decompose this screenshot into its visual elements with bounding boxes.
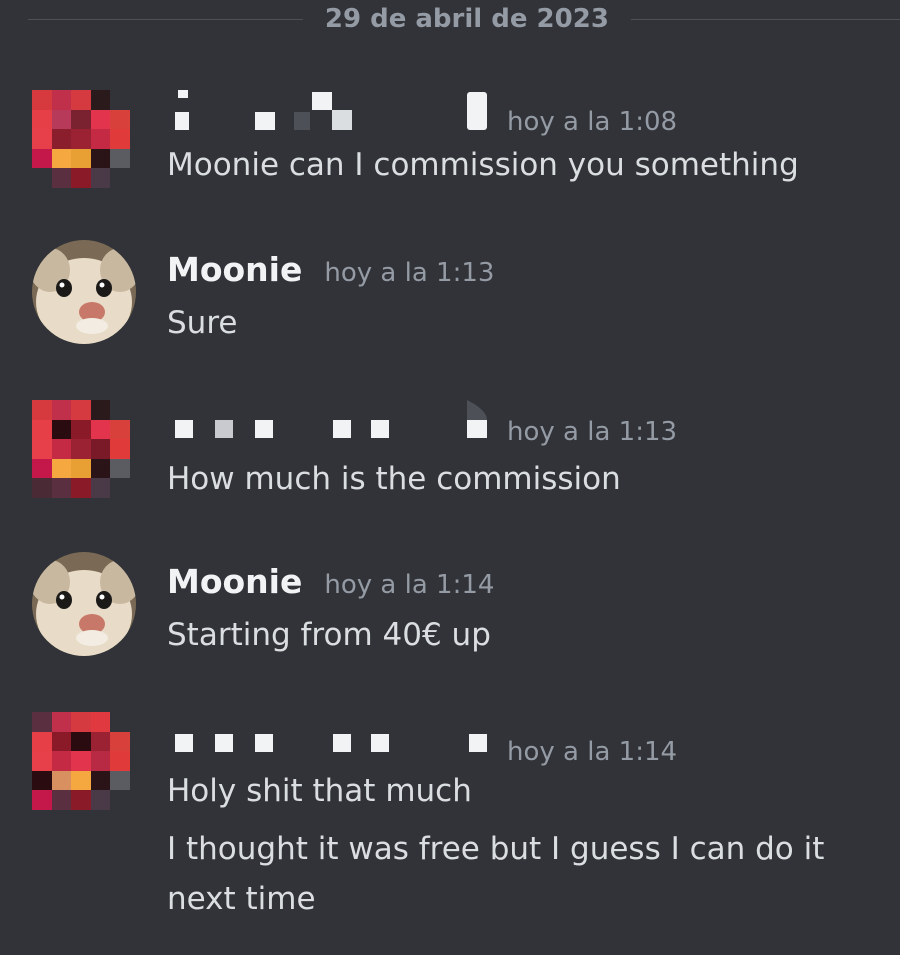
date-divider-label: 29 de abril de 2023 <box>324 4 609 34</box>
message-timestamp: hoy a la 1:14 <box>507 737 678 767</box>
divider-line-right <box>630 18 900 20</box>
username[interactable]: Moonie <box>167 250 302 289</box>
message-text: Starting from 40€ up <box>167 617 491 653</box>
message-timestamp: hoy a la 1:13 <box>324 258 495 288</box>
divider-line-left <box>28 18 303 20</box>
cat-avatar[interactable] <box>32 552 136 656</box>
redacted-username[interactable] <box>167 90 487 130</box>
message-text: Holy shit that much <box>167 773 472 809</box>
message-timestamp: hoy a la 1:14 <box>324 570 495 600</box>
message[interactable]: hoy a la 1:14 Holy shit that much I thou… <box>0 712 900 952</box>
username[interactable]: Moonie <box>167 562 302 601</box>
message[interactable]: Moonie hoy a la 1:14 Starting from 40€ u… <box>0 552 900 662</box>
message-text: Sure <box>167 305 238 341</box>
redacted-username[interactable] <box>167 400 487 440</box>
message[interactable]: hoy a la 1:13 How much is the commission <box>0 400 900 510</box>
message-timestamp: hoy a la 1:08 <box>507 107 678 137</box>
redacted-username[interactable] <box>167 720 487 760</box>
date-divider: 29 de abril de 2023 <box>0 0 900 38</box>
message-timestamp: hoy a la 1:13 <box>507 417 678 447</box>
message-text: How much is the commission <box>167 461 621 497</box>
pixelated-avatar[interactable] <box>32 712 136 816</box>
message-text: I thought it was free but I guess I can … <box>167 831 825 917</box>
cat-avatar[interactable] <box>32 240 136 344</box>
message[interactable]: Moonie hoy a la 1:13 Sure <box>0 240 900 350</box>
message[interactable]: hoy a la 1:08 Moonie can I commission yo… <box>0 88 900 198</box>
pixelated-avatar[interactable] <box>32 90 136 194</box>
message-text: Moonie can I commission you something <box>167 147 799 183</box>
pixelated-avatar[interactable] <box>32 400 136 504</box>
